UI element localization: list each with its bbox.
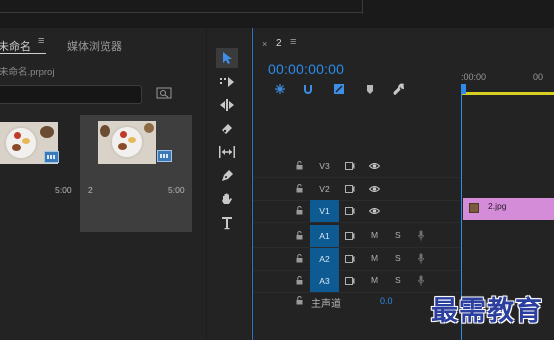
timeline-settings-wrench-icon[interactable] [392, 83, 404, 95]
mute-button[interactable]: M [371, 253, 378, 263]
track-label-selected[interactable]: V1 [310, 200, 339, 222]
slip-tool-icon[interactable] [216, 142, 238, 162]
lock-icon[interactable] [296, 296, 303, 305]
image-badge-icon [44, 151, 59, 163]
project-panel: 未命名 ≡ 媒体浏览器 未命名.prproj 5:00 2 5:00 [0, 28, 206, 340]
microphone-icon[interactable] [418, 275, 424, 286]
lock-icon[interactable] [296, 231, 303, 240]
panel-menu-icon[interactable]: ≡ [290, 36, 296, 48]
clip-name: 2.jpg [488, 201, 507, 211]
top-header-strip [0, 0, 554, 28]
nest-toggle-icon[interactable] [274, 83, 286, 95]
razor-tool-icon[interactable] [216, 119, 238, 139]
hand-tool-icon[interactable] [216, 189, 238, 209]
close-tab-icon[interactable]: × [262, 39, 267, 49]
track-row-v1: V1 [253, 200, 461, 223]
track-label[interactable]: V2 [310, 178, 339, 200]
ripple-edit-tool-icon[interactable] [216, 95, 238, 115]
header-vertical-divider [362, 0, 363, 14]
timeline-clip[interactable]: 2.jpg [463, 198, 554, 220]
pen-tool-icon[interactable] [216, 166, 238, 186]
solo-button[interactable]: S [395, 253, 401, 263]
type-tool-icon[interactable] [216, 213, 238, 233]
clip-fx-icon [469, 203, 479, 213]
tab-project[interactable]: 未命名 [0, 38, 31, 54]
mute-button[interactable]: M [371, 275, 378, 285]
track-label-selected[interactable]: A3 [310, 270, 339, 292]
eye-icon[interactable] [369, 207, 380, 215]
track-row-a3: A3 M S [253, 270, 461, 293]
track-label[interactable]: V3 [310, 155, 339, 177]
lock-icon[interactable] [296, 206, 303, 215]
sequence-tab[interactable]: 2 [276, 38, 282, 49]
image-badge-icon [157, 150, 172, 162]
add-marker-icon[interactable] [364, 83, 376, 95]
linked-selection-icon[interactable] [333, 83, 345, 95]
sync-lock-icon[interactable] [345, 277, 355, 285]
mute-button[interactable]: M [371, 230, 378, 240]
lock-icon[interactable] [296, 276, 303, 285]
tab-media-browser[interactable]: 媒体浏览器 [67, 38, 122, 54]
find-bin-icon[interactable] [156, 86, 172, 100]
sync-lock-icon[interactable] [345, 185, 355, 193]
search-input[interactable] [0, 85, 142, 104]
sync-lock-icon[interactable] [345, 232, 355, 240]
ruler-time-label: 00 [533, 72, 544, 82]
sync-lock-icon[interactable] [345, 255, 355, 263]
lock-icon[interactable] [296, 184, 303, 193]
active-tab-underline [0, 53, 46, 54]
solo-button[interactable]: S [395, 230, 401, 240]
playhead-timecode[interactable]: 00:00:00:00 [268, 61, 344, 77]
track-row-v3: V3 [253, 155, 461, 178]
watermark-logo: 最需教育 [431, 296, 543, 327]
track-label-selected[interactable]: A1 [310, 225, 339, 247]
work-area-bar[interactable] [461, 92, 554, 95]
item-duration: 5:00 [55, 185, 72, 195]
playhead-handle[interactable] [461, 84, 466, 94]
tab-menu-icon[interactable]: ≡ [38, 35, 44, 47]
project-filename: 未命名.prproj [0, 67, 55, 78]
microphone-icon[interactable] [418, 230, 424, 241]
eye-icon[interactable] [369, 162, 380, 170]
lock-icon[interactable] [296, 161, 303, 170]
selection-tool-icon[interactable] [216, 48, 238, 68]
track-row-a2: A2 M S [253, 248, 461, 271]
clip-thumbnail [98, 121, 156, 164]
project-item[interactable]: 5:00 [0, 115, 74, 207]
lock-icon[interactable] [296, 254, 303, 263]
microphone-icon[interactable] [418, 253, 424, 264]
track-label-selected[interactable]: A2 [310, 248, 339, 270]
item-name: 2 [88, 185, 93, 195]
sync-lock-icon[interactable] [345, 162, 355, 170]
solo-button[interactable]: S [395, 275, 401, 285]
item-duration: 5:00 [168, 185, 185, 195]
ruler-time-label: :00:00 [461, 72, 487, 82]
project-item-selected[interactable]: 2 5:00 [80, 115, 192, 232]
master-track-label: 主声道 [311, 299, 341, 310]
snap-magnet-icon[interactable] [302, 83, 314, 95]
track-row-v2: V2 [253, 178, 461, 201]
track-select-tool-icon[interactable] [216, 72, 238, 92]
eye-icon[interactable] [369, 185, 380, 193]
track-row-a1: A1 M S [253, 225, 461, 248]
master-volume-value[interactable]: 0.0 [380, 296, 393, 306]
tools-panel [207, 28, 251, 340]
header-divider [0, 12, 362, 13]
sync-lock-icon[interactable] [345, 207, 355, 215]
